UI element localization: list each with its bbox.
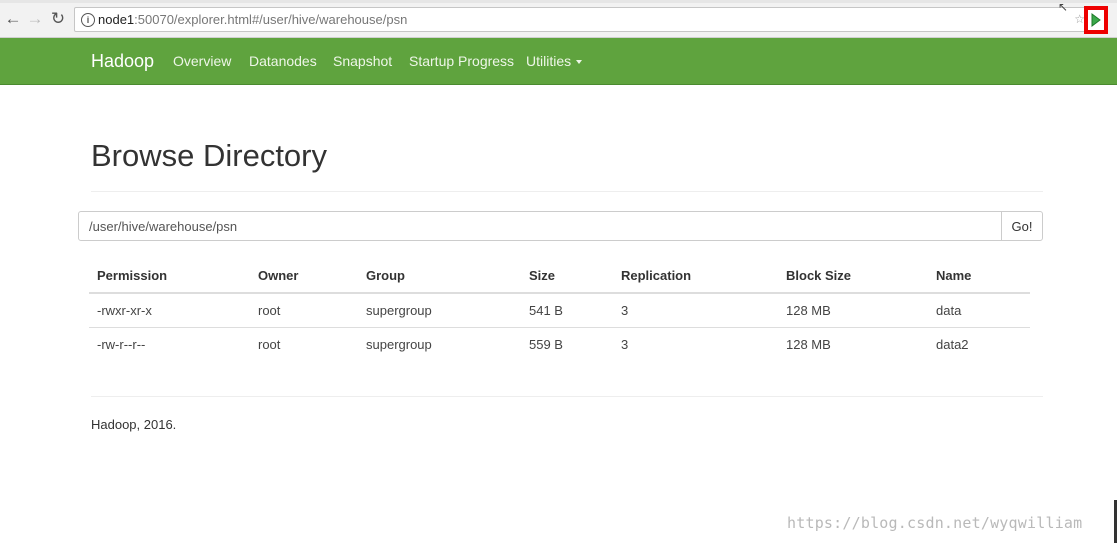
- tab-strip-edge: [0, 0, 1117, 3]
- cell-replication: 3: [621, 337, 629, 352]
- go-button[interactable]: Go!: [1001, 211, 1043, 241]
- brand-logo[interactable]: Hadoop: [91, 51, 154, 72]
- nav-overview[interactable]: Overview: [173, 53, 231, 69]
- forward-arrow-icon[interactable]: →: [25, 9, 45, 29]
- cell-group: supergroup: [366, 337, 432, 352]
- extension-play-icon[interactable]: [1084, 6, 1108, 34]
- nav-utilities-dropdown[interactable]: Utilities: [526, 53, 583, 69]
- cell-permission: -rwxr-xr-x: [97, 303, 152, 318]
- cell-replication: 3: [621, 303, 629, 318]
- cell-owner: root: [258, 337, 281, 352]
- info-icon[interactable]: i: [81, 13, 95, 27]
- nav-utilities-label: Utilities: [526, 53, 572, 69]
- chevron-down-icon: [576, 60, 583, 65]
- nav-datanodes[interactable]: Datanodes: [249, 53, 317, 69]
- header-owner[interactable]: Owner: [258, 268, 298, 283]
- header-replication[interactable]: Replication: [621, 268, 691, 283]
- cell-group: supergroup: [366, 303, 432, 318]
- title-divider: [91, 191, 1043, 192]
- header-block-size[interactable]: Block Size: [786, 268, 851, 283]
- cell-permission: -rw-r--r--: [97, 337, 146, 352]
- mouse-cursor-icon: ↖: [1058, 0, 1069, 14]
- url-host: node1: [98, 12, 135, 27]
- cell-size: 559 B: [529, 337, 563, 352]
- path-input[interactable]: [78, 211, 1002, 241]
- url-path: :50070/explorer.html#/user/hive/warehous…: [134, 12, 408, 27]
- cell-block-size: 128 MB: [786, 337, 831, 352]
- reload-icon[interactable]: ↻: [48, 9, 68, 29]
- cell-owner: root: [258, 303, 281, 318]
- page-title: Browse Directory: [91, 138, 327, 173]
- table-row: -rwxr-xr-x root supergroup 541 B 3 128 M…: [89, 294, 1030, 328]
- back-arrow-icon[interactable]: ←: [3, 9, 23, 29]
- address-bar[interactable]: i node1:50070/explorer.html#/user/hive/w…: [74, 7, 1094, 32]
- directory-table: Permission Owner Group Size Replication …: [89, 261, 1030, 361]
- cell-block-size: 128 MB: [786, 303, 831, 318]
- file-link[interactable]: data2: [936, 337, 969, 352]
- nav-snapshot[interactable]: Snapshot: [333, 53, 392, 69]
- watermark: https://blog.csdn.net/wyqwilliam: [787, 514, 1083, 532]
- file-link[interactable]: data: [936, 303, 961, 318]
- path-search-group: Go!: [78, 211, 1043, 241]
- url-text[interactable]: node1:50070/explorer.html#/user/hive/war…: [98, 12, 407, 27]
- table-row: -rw-r--r-- root supergroup 559 B 3 128 M…: [89, 328, 1030, 361]
- nav-startup-progress[interactable]: Startup Progress: [409, 53, 514, 69]
- table-header-row: Permission Owner Group Size Replication …: [89, 261, 1030, 294]
- header-permission[interactable]: Permission: [97, 268, 167, 283]
- header-name[interactable]: Name: [936, 268, 971, 283]
- cell-size: 541 B: [529, 303, 563, 318]
- footer-copyright: Hadoop, 2016.: [91, 417, 177, 432]
- header-group[interactable]: Group: [366, 268, 405, 283]
- hadoop-navbar: Hadoop Overview Datanodes Snapshot Start…: [0, 38, 1117, 85]
- browser-toolbar: ← → ↻ i node1:50070/explorer.html#/user/…: [0, 0, 1117, 38]
- footer-divider: [91, 396, 1043, 397]
- header-size[interactable]: Size: [529, 268, 555, 283]
